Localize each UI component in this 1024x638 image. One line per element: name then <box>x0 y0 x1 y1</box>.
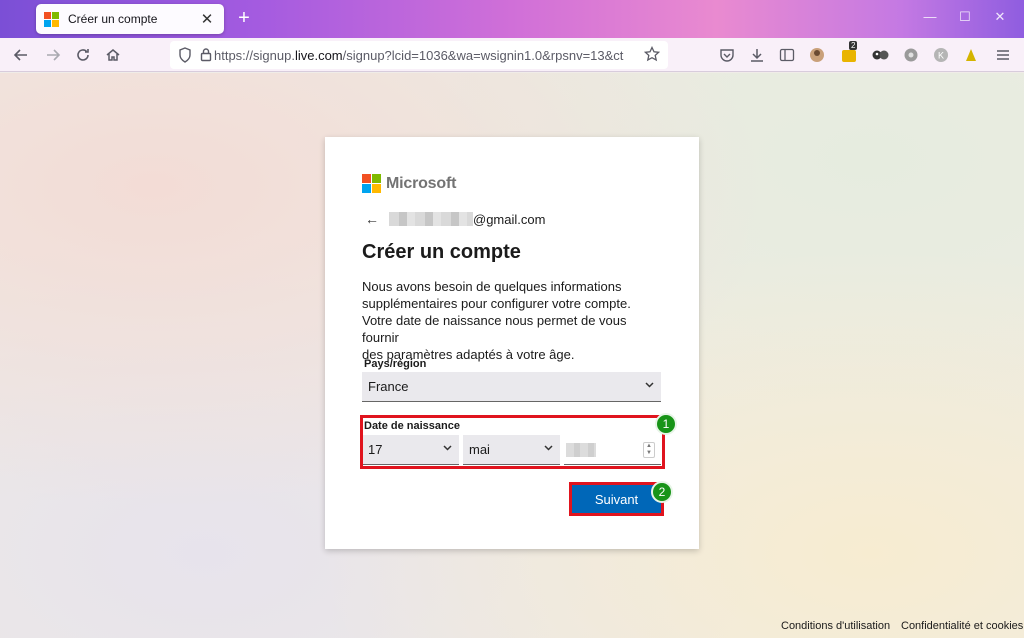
description-line: Votre date de naissance nous permet de v… <box>362 313 627 345</box>
signup-card: Microsoft ← @gmail.com Créer un compte N… <box>325 137 699 549</box>
close-window-icon[interactable]: ✕ <box>990 9 1010 25</box>
redacted-username <box>389 212 473 226</box>
extension-eyes-icon[interactable] <box>872 46 890 64</box>
extension-cone-icon[interactable] <box>962 46 980 64</box>
pocket-icon[interactable] <box>718 46 736 64</box>
country-label: Pays/région <box>364 358 427 370</box>
microsoft-favicon-icon <box>44 11 59 27</box>
shield-icon[interactable] <box>178 47 192 68</box>
close-tab-icon[interactable]: ✕ <box>198 10 216 28</box>
description-line: supplémentaires pour configurer votre co… <box>362 296 631 311</box>
maximize-icon[interactable]: ☐ <box>955 9 975 25</box>
sidebar-icon[interactable] <box>778 46 796 64</box>
microsoft-brand: Microsoft <box>362 174 456 193</box>
country-select[interactable]: France <box>362 372 661 402</box>
highlight-box-next <box>569 482 664 516</box>
highlight-box-dob <box>360 415 665 469</box>
new-tab-button[interactable]: + <box>234 7 254 30</box>
terms-link[interactable]: Conditions d'utilisation <box>781 620 890 632</box>
extension-gear-icon[interactable] <box>902 46 920 64</box>
step-badge-1: 1 <box>655 413 677 435</box>
description: Nous avons besoin de quelques informatio… <box>362 278 662 363</box>
profile-avatar-icon[interactable] <box>808 46 826 64</box>
email-suffix: @gmail.com <box>473 211 546 227</box>
minimize-icon[interactable]: — <box>920 9 940 24</box>
extension-badge: 2 <box>849 41 858 50</box>
page-title: Créer un compte <box>362 241 521 263</box>
back-icon[interactable] <box>10 44 32 66</box>
brand-name: Microsoft <box>386 174 457 192</box>
browser-navbar: https://signup.live.com/signup?lcid=1036… <box>0 38 1024 72</box>
address-bar[interactable]: https://signup.live.com/signup?lcid=1036… <box>170 41 668 69</box>
chevron-down-icon <box>644 379 655 393</box>
microsoft-logo-icon <box>362 174 381 193</box>
download-icon[interactable] <box>748 46 766 64</box>
tab-title: Créer un compte <box>68 12 158 26</box>
browser-tab[interactable]: Créer un compte ✕ <box>36 4 224 34</box>
url-text[interactable]: https://signup.live.com/signup?lcid=1036… <box>214 48 624 63</box>
country-value: France <box>368 379 409 394</box>
browser-titlebar: Créer un compte ✕ + — ☐ ✕ <box>0 0 1024 38</box>
back-arrow-icon[interactable]: ← <box>365 211 379 227</box>
extension-k-icon[interactable]: K <box>932 46 950 64</box>
menu-icon[interactable] <box>994 46 1012 64</box>
identity-banner: ← @gmail.com <box>365 211 545 227</box>
bookmark-star-icon[interactable] <box>643 45 661 67</box>
description-line: Nous avons besoin de quelques informatio… <box>362 279 622 294</box>
reload-icon[interactable] <box>72 44 94 66</box>
lock-icon[interactable] <box>200 47 212 67</box>
home-icon[interactable] <box>102 44 124 66</box>
step-badge-2: 2 <box>651 481 673 503</box>
svg-text:K: K <box>938 51 944 61</box>
extension-notes-icon[interactable]: 2 <box>840 41 858 64</box>
forward-icon[interactable] <box>42 44 64 66</box>
privacy-link[interactable]: Confidentialité et cookies <box>901 620 1023 632</box>
